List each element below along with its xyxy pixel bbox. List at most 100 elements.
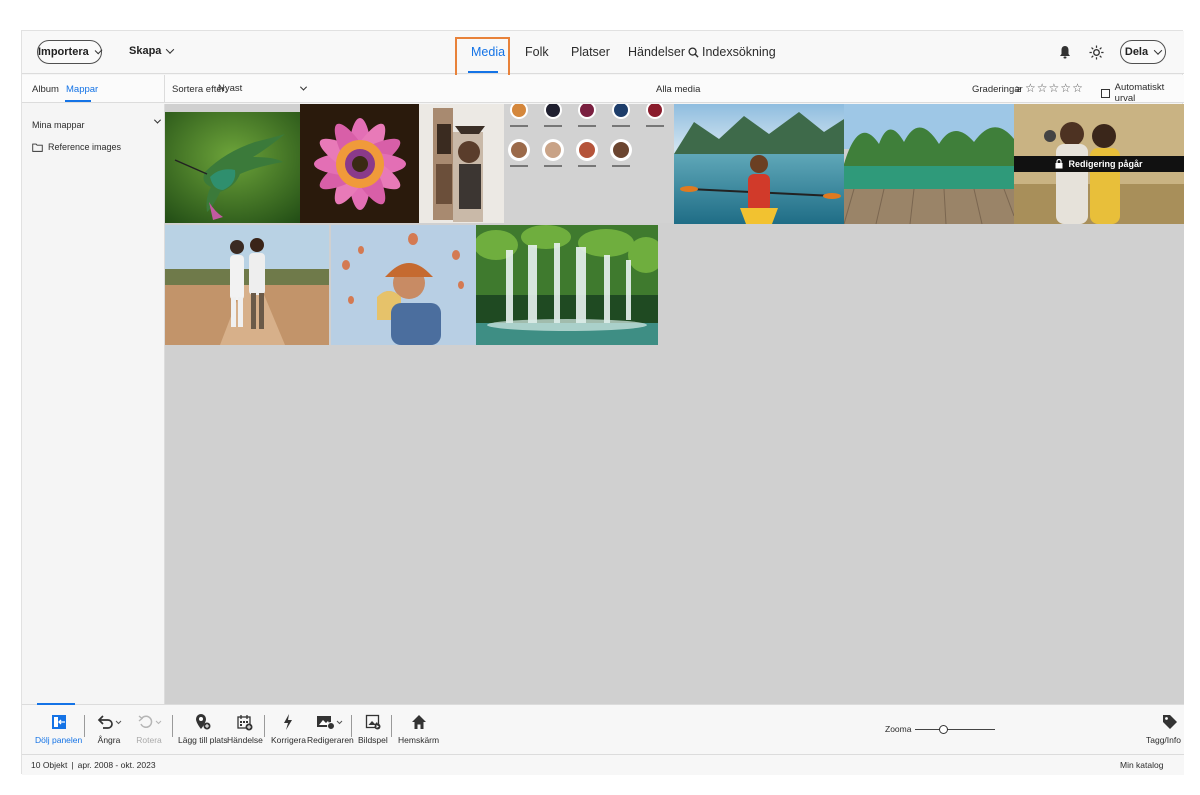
- tab-media[interactable]: Media: [471, 45, 505, 59]
- checkbox-icon: [1101, 88, 1110, 98]
- slideshow-icon: [365, 714, 381, 730]
- event-label: Händelse: [227, 735, 263, 745]
- home-button[interactable]: Hemskärm: [398, 709, 439, 745]
- tab-album[interactable]: Album: [32, 84, 59, 95]
- sub-toolbar: Album Mappar Sortera efter: Nyast Alla m…: [22, 75, 1184, 104]
- hide-panel-icon: [51, 715, 66, 729]
- auto-select-checkbox[interactable]: Automatiskt urval: [1101, 82, 1184, 104]
- media-thumbnail[interactable]: [331, 225, 476, 345]
- balloon-selfie-photo: [331, 225, 476, 345]
- hide-panel-label: Dölj panelen: [35, 735, 83, 745]
- zoom-label: Zooma: [885, 724, 912, 734]
- toolbar-divider: [264, 715, 265, 737]
- tab-mappar[interactable]: Mappar: [66, 84, 98, 95]
- media-thumbnail[interactable]: [844, 104, 1014, 224]
- divider: [164, 75, 165, 103]
- folder-icon: [32, 143, 43, 152]
- zoom-slider[interactable]: [915, 725, 995, 734]
- brightness-sun-icon[interactable]: [1086, 42, 1106, 62]
- my-folders-heading[interactable]: Mina mappar: [32, 120, 85, 130]
- rotate-icon: [138, 715, 162, 728]
- create-label: Skapa: [129, 45, 162, 57]
- editor-label: Redigeraren: [307, 735, 354, 745]
- star-icon[interactable]: ☆: [1037, 81, 1049, 95]
- editor-button[interactable]: Redigeraren: [307, 709, 354, 745]
- media-thumbnail[interactable]: [674, 104, 844, 224]
- undo-icon: [97, 715, 122, 729]
- chevron-down-icon[interactable]: [153, 116, 162, 124]
- media-thumbnail[interactable]: [165, 225, 329, 345]
- calendar-event-icon: [237, 714, 253, 730]
- fix-label: Korrigera: [271, 735, 306, 745]
- auto-select-label: Automatiskt urval: [1114, 82, 1165, 104]
- media-grid: Redigering pågår: [165, 104, 1184, 704]
- folders-sidebar: Mina mappar Reference images: [22, 104, 165, 704]
- daisy-photo: [300, 104, 419, 223]
- create-menu[interactable]: Skapa: [129, 45, 175, 57]
- media-thumbnail[interactable]: [300, 104, 419, 223]
- app-window: Importera Skapa Media Folk Platser Hände…: [21, 30, 1184, 775]
- lock-icon: [1055, 159, 1063, 169]
- star-icon[interactable]: ☆: [1060, 81, 1072, 95]
- media-thumbnail[interactable]: [504, 104, 674, 223]
- rotate-label: Rotera: [136, 735, 162, 745]
- star-icon[interactable]: ☆: [1049, 81, 1061, 95]
- sort-dropdown[interactable]: Nyast: [218, 83, 308, 94]
- star-icon[interactable]: ☆: [1072, 81, 1084, 95]
- all-media-label: Alla media: [656, 84, 701, 95]
- tags-info-label: Tagg/Info: [1146, 735, 1181, 745]
- bottom-toolbar: Dölj panelen Ångra Rotera Lägg till plat…: [22, 703, 1184, 754]
- catalog-name[interactable]: Min katalog: [1120, 760, 1163, 770]
- media-thumbnail-locked[interactable]: Redigering pågår: [1014, 104, 1184, 224]
- editing-lock-label: Redigering pågår: [1068, 159, 1143, 169]
- undo-button[interactable]: Ångra: [94, 709, 124, 745]
- star-icon[interactable]: ☆: [1025, 81, 1037, 95]
- active-subtab-indicator: [65, 100, 91, 102]
- folder-item[interactable]: Reference images: [32, 142, 121, 152]
- tab-platser[interactable]: Platser: [571, 45, 610, 59]
- search-icon: [688, 46, 699, 58]
- chevron-down-icon: [1153, 46, 1163, 55]
- river-dock-photo: [844, 104, 1014, 224]
- status-bar: 10 Objekt | apr. 2008 - okt. 2023 Min ka…: [22, 754, 1184, 775]
- add-place-button[interactable]: Lägg till plats: [178, 709, 228, 745]
- active-panel-indicator: [37, 703, 75, 705]
- fix-button[interactable]: Korrigera: [271, 709, 306, 745]
- couple-walking-photo: [165, 225, 329, 345]
- toolbar-divider: [351, 715, 352, 737]
- editor-icon: [317, 716, 343, 730]
- hide-panel-button[interactable]: Dölj panelen: [35, 709, 82, 745]
- tab-handelser[interactable]: Händelser: [628, 45, 685, 59]
- media-thumbnail[interactable]: [419, 104, 504, 223]
- event-button[interactable]: Händelse: [227, 709, 263, 745]
- import-button[interactable]: Importera: [37, 40, 103, 64]
- toolbar-divider: [172, 715, 173, 737]
- tab-indexsokning[interactable]: Indexsökning: [688, 45, 776, 59]
- zoom-slider-thumb[interactable]: [938, 725, 948, 734]
- share-label: Dela: [1124, 46, 1149, 58]
- ratings-operator: ≥: [1016, 84, 1022, 95]
- date-range: apr. 2008 - okt. 2023: [77, 760, 156, 770]
- kayak-photo: [674, 104, 844, 224]
- tab-folk[interactable]: Folk: [525, 45, 549, 59]
- slideshow-button[interactable]: Bildspel: [358, 709, 388, 745]
- rotate-button[interactable]: Rotera: [134, 709, 164, 745]
- status-separator: |: [71, 760, 74, 770]
- share-button[interactable]: Dela: [1120, 40, 1166, 64]
- chevron-down-icon: [94, 46, 103, 55]
- active-tab-indicator: [468, 71, 498, 73]
- toolbar-divider: [391, 715, 392, 737]
- rating-stars[interactable]: ☆☆☆☆☆: [1025, 81, 1084, 95]
- item-count: 10 Objekt: [31, 760, 68, 770]
- tab-indexsokning-label: Indexsökning: [702, 45, 776, 59]
- top-header: Importera Skapa Media Folk Platser Hände…: [22, 31, 1184, 82]
- home-icon: [411, 715, 426, 729]
- folder-name: Reference images: [48, 142, 122, 152]
- notifications-bell-icon[interactable]: [1055, 42, 1075, 62]
- editing-lock-overlay: Redigering pågår: [1014, 156, 1184, 172]
- waterfall-photo: [476, 225, 658, 345]
- chevron-down-icon: [166, 45, 175, 54]
- tags-info-button[interactable]: Tagg/Info: [1146, 709, 1181, 745]
- media-thumbnail[interactable]: [476, 225, 658, 345]
- media-thumbnail[interactable]: [165, 112, 300, 223]
